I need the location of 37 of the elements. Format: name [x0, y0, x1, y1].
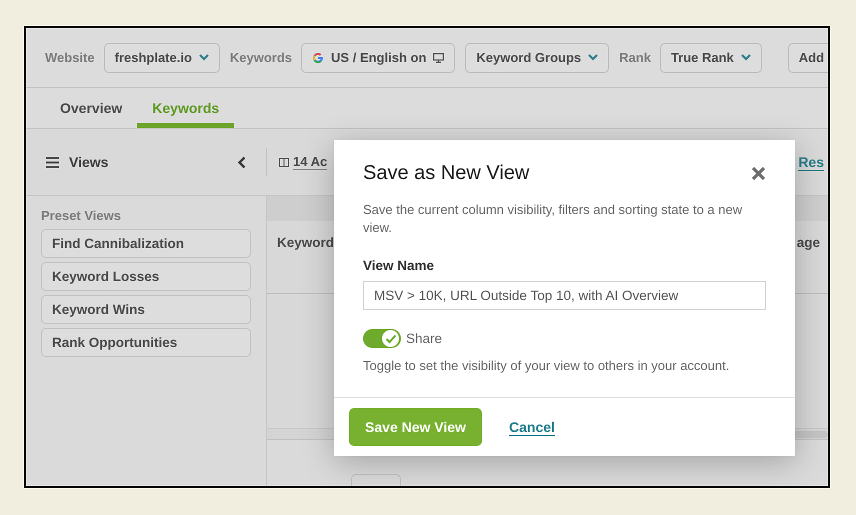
- preset-view-button[interactable]: Keyword Losses: [41, 262, 251, 291]
- field-label: View Name: [363, 258, 436, 273]
- dialog-title: Save as New View: [363, 162, 530, 185]
- share-toggle[interactable]: [363, 329, 401, 348]
- check-icon: [384, 334, 396, 344]
- close-icon[interactable]: [751, 166, 766, 181]
- hint-text: Toggle to set the visibility of your view to others in your account.: [363, 358, 730, 373]
- filter-label: Keywords: [230, 50, 292, 65]
- preset-view-button[interactable]: Rank Opportunities: [41, 328, 251, 357]
- view-name-field[interactable]: MSV > 10K, URL Outside Top 10, with AI Overview: [363, 281, 766, 310]
- preset-view-button[interactable]: Keyword Wins: [41, 295, 251, 324]
- add-button[interactable]: Add: [788, 42, 828, 72]
- columns-icon: [279, 158, 289, 166]
- columns-button[interactable]: 14 Ac: [279, 154, 328, 170]
- chevron-down-icon: [588, 54, 598, 61]
- column-header[interactable]: Keyword: [277, 235, 334, 293]
- search-engine-dropdown[interactable]: US / English on: [301, 42, 456, 72]
- tab[interactable]: Overview: [45, 88, 138, 128]
- preset-view-button[interactable]: Find Cannibalization: [41, 229, 251, 258]
- cancel-link[interactable]: Cancel: [509, 418, 555, 436]
- desktop-icon: [433, 52, 444, 62]
- dropdown-button[interactable]: Keyword Groups: [465, 42, 610, 72]
- chevron-down-icon: [740, 54, 751, 61]
- dropdown-button[interactable]: freshplate.io: [104, 42, 220, 72]
- chevron-left-icon[interactable]: [237, 156, 246, 168]
- toggle-label: Share: [406, 331, 442, 346]
- dialog-description: Save the current column visibility, filters and sorting state to a new view.: [363, 201, 744, 237]
- chevron-down-icon: [198, 54, 209, 61]
- filter-label: Website: [45, 50, 95, 65]
- reset-link[interactable]: Res: [798, 154, 824, 170]
- section-heading: Preset Views: [41, 208, 122, 223]
- filter-label: Rank: [619, 50, 651, 65]
- menu-icon[interactable]: [46, 156, 59, 168]
- column-header[interactable]: age: [796, 235, 820, 293]
- panel-title: Views: [69, 154, 108, 170]
- google-g-icon: [312, 52, 324, 64]
- dropdown-button[interactable]: True Rank: [660, 42, 762, 72]
